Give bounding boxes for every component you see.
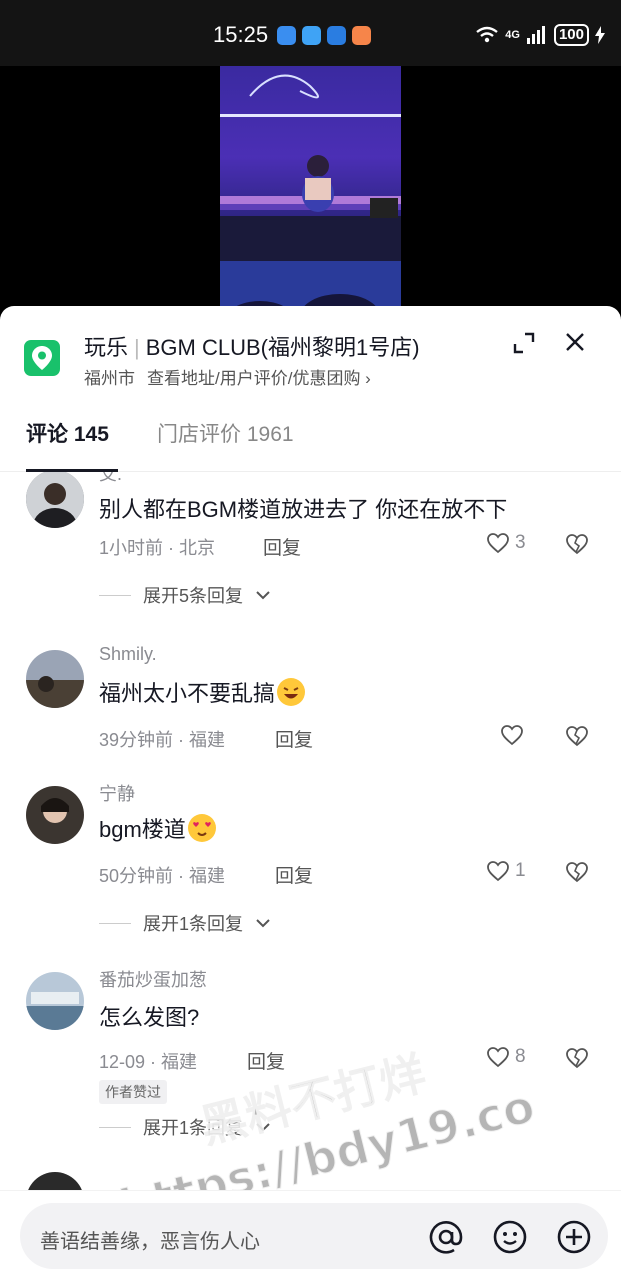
wifi-icon <box>476 26 499 43</box>
like-button[interactable]: 1 <box>486 860 526 882</box>
chevron-down-icon <box>256 1123 270 1132</box>
expand-replies-label: 展开1条回复 <box>143 1118 244 1138</box>
place-subtitle[interactable]: 福州市 查看地址/用户评价/优惠团购 › <box>84 364 371 389</box>
dislike-icon[interactable] <box>565 861 589 883</box>
status-indicators: 4G 100 <box>475 24 605 46</box>
title-separator: | <box>134 335 140 360</box>
place-links: 查看地址/用户评价/优惠团购 › <box>147 369 371 388</box>
comment-author[interactable]: 宁静 <box>99 780 135 806</box>
expand-replies-label: 展开5条回复 <box>143 586 244 606</box>
comment-meta: 39分钟前 · 福建 <box>99 730 226 750</box>
status-time: 15:25 <box>213 22 269 47</box>
location-pin-icon <box>24 340 60 376</box>
author-liked-badge: 作者赞过 <box>99 1080 167 1104</box>
video-scene <box>220 74 401 326</box>
video-frame <box>220 66 401 326</box>
place-city: 福州市 <box>84 369 135 388</box>
reply-button[interactable]: 回复 <box>247 1047 285 1074</box>
tab-comments[interactable]: 评论 145 <box>26 418 109 448</box>
comment-meta: 1小时前 · 北京 <box>99 538 216 558</box>
close-icon[interactable] <box>563 330 587 354</box>
dislike-icon[interactable] <box>565 725 589 747</box>
comment-meta: 50分钟前 · 福建 <box>99 866 226 886</box>
battery-level: 100 <box>553 24 589 46</box>
reply-button[interactable]: 回复 <box>275 861 313 888</box>
place-title[interactable]: 玩乐 | BGM CLUB(福州黎明1号店) <box>84 330 420 362</box>
tab-store-reviews[interactable]: 门店评价 1961 <box>157 418 294 448</box>
heart-icon <box>487 1047 509 1068</box>
avatar[interactable] <box>26 472 84 528</box>
comment-input-placeholder: 善语结善缘，恶言伤人心 <box>40 1231 260 1253</box>
avatar[interactable] <box>26 786 84 844</box>
expand-replies[interactable]: 展开1条回复 <box>99 910 271 936</box>
place-header[interactable]: 玩乐 | BGM CLUB(福州黎明1号店) 福州市 查看地址/用户评价/优惠团购 › <box>0 306 621 402</box>
tab-bar: 评论 145 门店评价 1961 <box>0 402 621 472</box>
comment-author[interactable]: 番茄炒蛋加葱 <box>99 966 207 992</box>
reply-button[interactable]: 回复 <box>263 533 301 560</box>
comment-author[interactable]: 艾. <box>99 472 122 486</box>
heart-eyes-emoji-icon <box>187 814 216 842</box>
avatar[interactable] <box>26 650 84 708</box>
like-count: 3 <box>515 532 526 553</box>
status-bar: 15:25 4G 100 <box>0 0 621 66</box>
avatar[interactable] <box>26 1172 84 1192</box>
expand-replies[interactable]: 展开5条回复 <box>99 582 271 608</box>
comment-list[interactable]: 艾. 别人都在BGM楼道放进去了 你还在放不下 1小时前 · 北京 回复 3 展… <box>0 472 621 1192</box>
like-count: 8 <box>515 1046 526 1067</box>
network-label: 4G <box>505 29 520 41</box>
place-name: BGM CLUB(福州黎明1号店) <box>145 335 420 360</box>
browser-app-icon <box>327 26 346 45</box>
place-category: 玩乐 <box>84 335 129 360</box>
dislike-icon[interactable] <box>565 1047 589 1069</box>
chevron-down-icon <box>256 919 270 928</box>
laughing-emoji-icon <box>277 678 306 706</box>
comment-input[interactable]: 善语结善缘，恶言伤人心 <box>20 1203 608 1269</box>
comment-text: 福州太小不要乱搞 <box>99 676 306 708</box>
heart-icon <box>501 725 523 746</box>
heart-icon <box>487 861 509 882</box>
mention-icon[interactable] <box>428 1219 464 1255</box>
expand-replies-label: 展开1条回复 <box>143 914 244 934</box>
chevron-down-icon <box>256 591 270 600</box>
emoji-icon[interactable] <box>492 1219 528 1255</box>
video-player[interactable] <box>0 66 621 326</box>
comment-author[interactable]: Shmily. <box>99 644 157 665</box>
add-icon[interactable] <box>556 1219 592 1255</box>
comments-sheet: 玩乐 | BGM CLUB(福州黎明1号店) 福州市 查看地址/用户评价/优惠团购 ›… <box>0 306 621 1280</box>
notification-icons <box>277 26 371 45</box>
charging-icon <box>595 26 605 44</box>
avatar[interactable] <box>26 972 84 1030</box>
comment-text: bgm楼道 <box>99 812 216 844</box>
message-app-icon <box>277 26 296 45</box>
expand-replies[interactable]: 展开1条回复 <box>99 1114 271 1140</box>
comment-text: 别人都在BGM楼道放进去了 你还在放不下 <box>99 497 508 522</box>
shopping-app-icon <box>352 26 371 45</box>
broadcast-app-icon <box>302 26 321 45</box>
dislike-icon[interactable] <box>565 533 589 555</box>
signal-icon <box>526 26 545 44</box>
like-button[interactable]: 3 <box>486 532 526 554</box>
comment-input-bar: 善语结善缘，恶言伤人心 <box>0 1190 621 1280</box>
heart-icon <box>487 533 509 554</box>
comment-meta: 12-09 · 福建 <box>99 1052 198 1072</box>
expand-icon[interactable] <box>513 332 535 354</box>
like-button[interactable] <box>500 724 529 746</box>
reply-button[interactable]: 回复 <box>275 725 313 752</box>
comment-text: 怎么发图? <box>99 1005 200 1030</box>
like-count: 1 <box>515 860 526 881</box>
like-button[interactable]: 8 <box>486 1046 526 1068</box>
